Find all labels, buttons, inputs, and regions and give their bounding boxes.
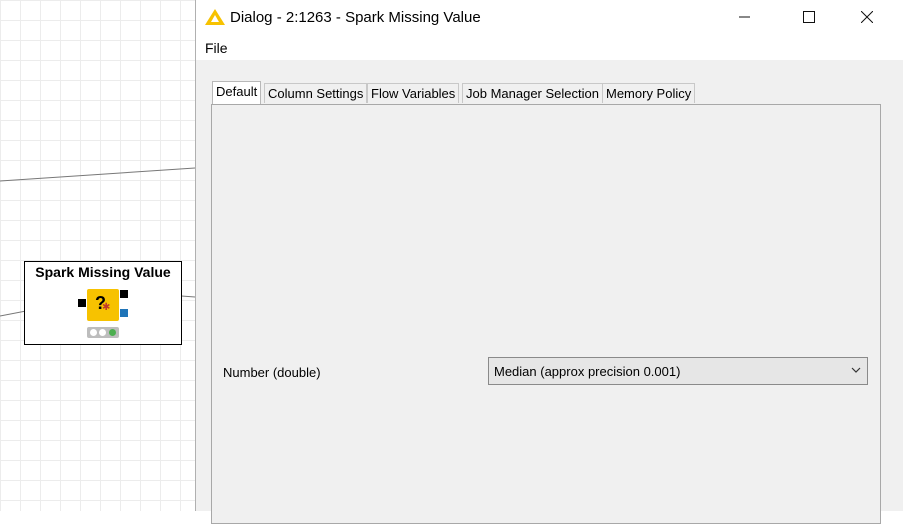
tab-default[interactable]: Default	[212, 81, 262, 104]
tab-memory-policy[interactable]: Memory Policy	[602, 83, 696, 103]
default-tab-panel: Number (double) Median (approx precision…	[211, 104, 881, 524]
selected-method: Median (approx precision 0.001)	[494, 364, 681, 379]
maximize-icon	[803, 11, 815, 23]
dialog-window: Dialog - 2:1263 - Spark Missing Value Fi…	[195, 0, 903, 524]
output-port-model[interactable]	[120, 309, 128, 317]
dialog-title: Dialog - 2:1263 - Spark Missing Value	[230, 9, 481, 26]
tab-column-settings[interactable]: Column Settings	[264, 83, 368, 103]
output-port-data[interactable]	[120, 290, 128, 298]
close-icon	[861, 11, 873, 23]
close-button[interactable]	[844, 0, 890, 34]
number-double-label: Number (double)	[223, 365, 321, 380]
spark-missing-value-node[interactable]: Spark Missing Value ? ✱	[24, 261, 182, 345]
wire-top	[0, 167, 196, 182]
title-bar[interactable]: Dialog - 2:1263 - Spark Missing Value	[196, 0, 903, 34]
input-port[interactable]	[78, 299, 86, 307]
knime-warning-icon	[205, 9, 225, 25]
tab-job-manager-selection[interactable]: Job Manager Selection	[462, 83, 603, 103]
menu-file[interactable]: File	[205, 40, 228, 56]
node-status-traffic-light	[87, 327, 119, 338]
maximize-button[interactable]	[786, 0, 832, 34]
tab-flow-variables[interactable]: Flow Variables	[367, 83, 460, 103]
minimize-button[interactable]	[722, 0, 768, 34]
node-title: Spark Missing Value	[35, 264, 171, 280]
status-green-light	[109, 329, 116, 336]
minimize-icon	[739, 16, 750, 18]
menu-bar: File	[196, 34, 903, 60]
spark-star-icon: ✱	[102, 302, 111, 313]
question-mark-icon[interactable]: ? ✱	[87, 289, 119, 321]
missing-value-method-select[interactable]: Median (approx precision 0.001)	[488, 357, 868, 385]
chevron-down-icon	[851, 367, 861, 373]
